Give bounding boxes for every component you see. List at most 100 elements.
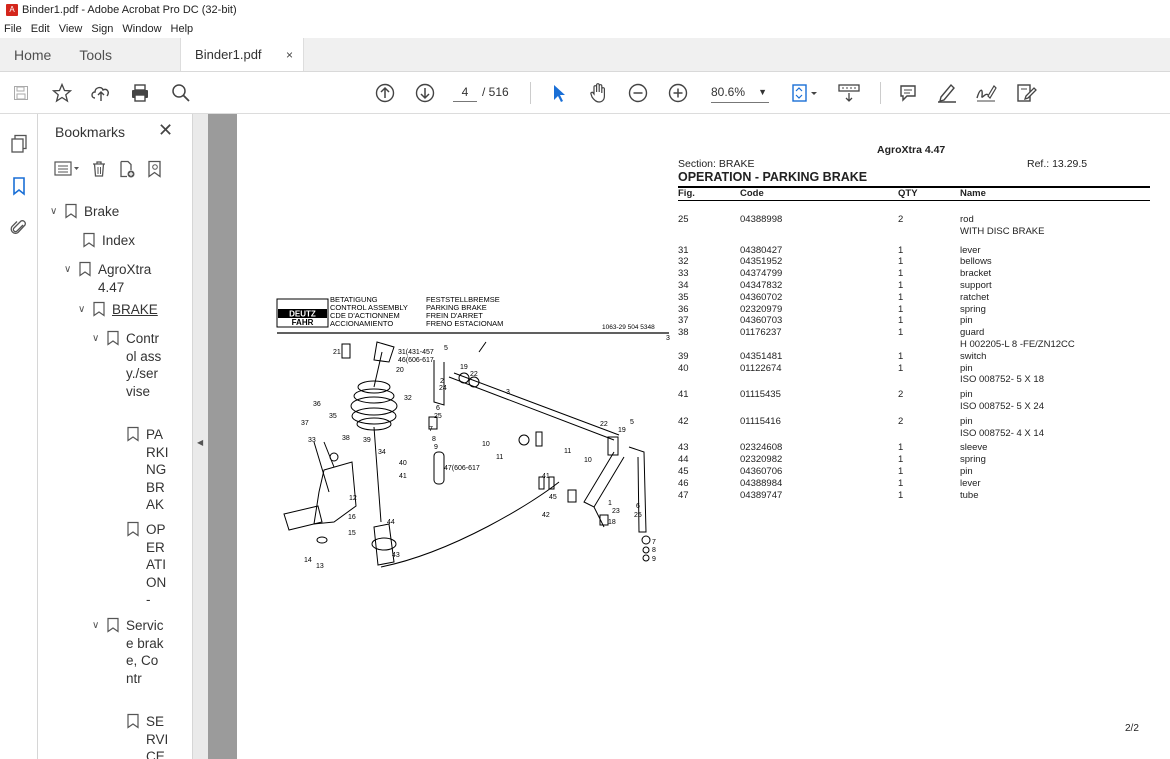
table-cell-fig: 36	[678, 303, 689, 315]
print-icon[interactable]	[128, 80, 152, 106]
svg-text:41: 41	[542, 473, 550, 480]
table-cell-qty: 1	[898, 442, 904, 454]
chevron-down-icon[interactable]: ∨	[92, 617, 106, 631]
table-cell-qty: 1	[898, 327, 904, 339]
fill-sign-icon[interactable]	[1013, 80, 1039, 106]
delete-bookmark-icon[interactable]	[90, 160, 108, 182]
svg-text:11: 11	[496, 454, 503, 461]
table-cell-code: 02320979	[740, 303, 783, 315]
chevron-down-icon[interactable]: ∨	[64, 261, 78, 275]
sign-icon[interactable]	[973, 80, 999, 106]
table-cell-fig: 32	[678, 256, 689, 268]
table-cell-fig: 25	[678, 214, 689, 225]
bookmark-control-assy[interactable]: ∨ Control assy./servise	[92, 330, 162, 400]
chevron-down-icon[interactable]: ∨	[92, 330, 106, 344]
svg-text:5: 5	[444, 345, 448, 352]
bookmark-options-icon[interactable]	[54, 160, 80, 182]
menu-bar: File Edit View Sign Window Help	[0, 20, 1170, 38]
table-cell-qty: 1	[898, 454, 904, 466]
bookmark-service[interactable]: SERVICE	[126, 713, 170, 759]
svg-text:32: 32	[404, 395, 412, 402]
menu-window[interactable]: Window	[122, 23, 161, 35]
zoom-in-icon[interactable]	[667, 80, 689, 106]
hand-tool-icon[interactable]	[587, 80, 611, 106]
tab-home[interactable]: Home	[0, 38, 65, 71]
svg-text:9: 9	[652, 556, 656, 563]
page-thumbnails-icon[interactable]	[9, 134, 29, 154]
attachments-icon[interactable]	[9, 218, 29, 238]
star-icon[interactable]	[50, 80, 74, 106]
table-cell-name: bellows	[960, 256, 992, 268]
highlight-pen-icon[interactable]	[935, 80, 959, 106]
scroll-mode-icon[interactable]	[836, 80, 862, 106]
bookmark-service-brake[interactable]: ∨ Service brake, Contr	[92, 617, 164, 687]
svg-text:41: 41	[399, 473, 407, 480]
save-icon[interactable]	[10, 80, 32, 106]
table-cell-qty: 2	[898, 389, 904, 401]
table-cell-fig: 33	[678, 268, 689, 280]
previous-page-icon[interactable]	[374, 80, 396, 106]
chevron-down-icon[interactable]: ∨	[78, 301, 92, 315]
tab-document[interactable]: Binder1.pdf ×	[180, 38, 305, 71]
menu-view[interactable]: View	[59, 23, 83, 35]
bookmark-agroxtra[interactable]: ∨ AgroXtra 4.47	[64, 261, 170, 296]
svg-text:6: 6	[436, 405, 440, 412]
svg-text:47(606-617: 47(606-617	[444, 465, 480, 472]
new-bookmark-icon[interactable]	[118, 160, 136, 182]
bookmark-brake[interactable]: ∨ Brake	[50, 203, 119, 221]
bookmark-brake-section[interactable]: ∨ BRAKE	[78, 301, 158, 319]
close-panel-button[interactable]: ✕	[158, 120, 173, 141]
comment-icon[interactable]	[896, 80, 920, 106]
toolbar-divider	[880, 82, 881, 104]
table-cell-qty: 1	[898, 256, 904, 268]
svg-text:42: 42	[542, 512, 550, 519]
select-cursor-icon[interactable]	[549, 80, 569, 106]
menu-help[interactable]: Help	[171, 23, 194, 35]
bookmark-icon	[107, 617, 119, 633]
zoom-out-icon[interactable]	[627, 80, 649, 106]
svg-text:25: 25	[434, 413, 442, 420]
bookmark-operation[interactable]: OPERATION -	[126, 521, 170, 609]
bookmark-label: SERVICE	[146, 714, 169, 759]
bookmarks-panel-icon[interactable]	[9, 176, 29, 196]
bookmark-index[interactable]: Index	[82, 232, 135, 250]
svg-text:8: 8	[432, 436, 436, 443]
svg-text:1: 1	[608, 500, 612, 507]
window-title-bar: A Binder1.pdf - Adobe Acrobat Pro DC (32…	[0, 0, 1170, 20]
menu-edit[interactable]: Edit	[31, 23, 50, 35]
collapse-arrow-icon[interactable]: ◀	[197, 438, 203, 447]
svg-text:14: 14	[304, 557, 312, 564]
table-cell-code: 04351481	[740, 350, 783, 362]
menu-sign[interactable]: Sign	[91, 23, 113, 35]
svg-text:7: 7	[429, 426, 433, 433]
tab-document-label: Binder1.pdf	[195, 47, 262, 62]
page-total: / 516	[482, 85, 509, 99]
bookmark-parking-brake[interactable]: PARKING BRAK	[126, 426, 170, 514]
svg-text:20: 20	[396, 367, 404, 374]
toolbar: 4 / 516 80.6% ▼	[0, 72, 1170, 114]
menu-file[interactable]: File	[4, 23, 22, 35]
zoom-search-icon[interactable]	[169, 80, 193, 106]
table-cell-fig: 44	[678, 454, 689, 466]
next-page-icon[interactable]	[414, 80, 436, 106]
table-cell-qty: 1	[898, 268, 904, 280]
svg-text:19: 19	[618, 427, 626, 434]
panel-collapse-handle[interactable]: ◀	[192, 114, 208, 759]
upload-cloud-icon[interactable]	[89, 80, 113, 106]
fit-page-icon[interactable]	[788, 80, 822, 106]
table-cell-code: 04389747	[740, 489, 783, 501]
bookmark-icon	[65, 203, 77, 219]
zoom-level-select[interactable]: 80.6% ▼	[711, 82, 769, 103]
chevron-down-icon[interactable]: ∨	[50, 203, 64, 217]
table-cell-qty: 1	[898, 303, 904, 315]
find-bookmark-icon[interactable]	[146, 160, 164, 182]
table-cell-note: WITH DISC BRAKE	[960, 225, 1045, 237]
table-cell-code: 01122674	[740, 362, 782, 374]
table-cell-name: switch	[960, 350, 987, 362]
chevron-down-icon: ▼	[758, 87, 767, 97]
close-tab-button[interactable]: ×	[286, 48, 293, 62]
tab-tools[interactable]: Tools	[65, 38, 126, 71]
page-number-input[interactable]: 4	[453, 82, 477, 102]
table-cell-note: H 002205-L 8 -FE/ZN12CC	[960, 339, 1075, 350]
table-cell-qty: 1	[898, 350, 904, 362]
